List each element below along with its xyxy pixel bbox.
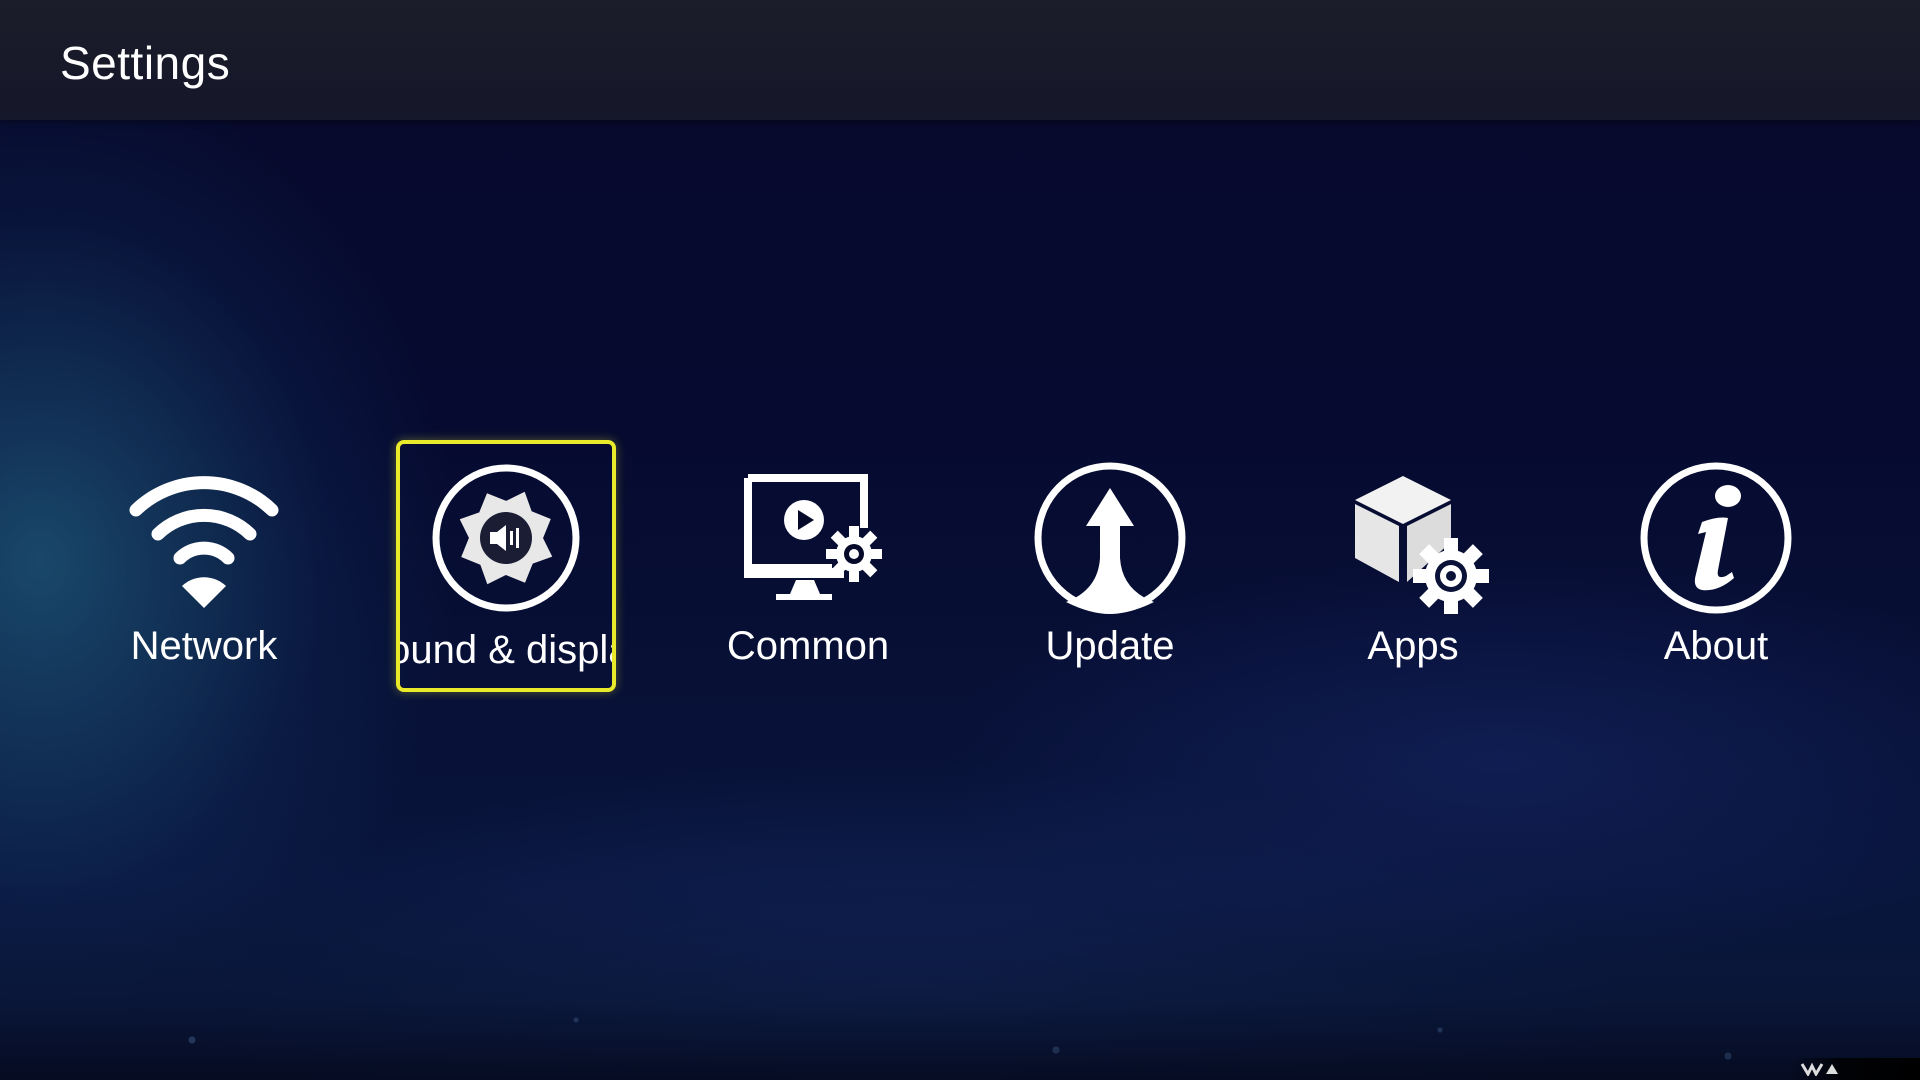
menu-item-about[interactable]: About [1606, 440, 1826, 692]
menu-item-label: Common [726, 624, 890, 668]
menu-item-label: Sound & display [400, 628, 612, 672]
background-decoration [0, 880, 1920, 1080]
settings-screen: Settings Network und & displ Common Upda… [0, 0, 1920, 1080]
watermark-logo [1800, 1062, 1838, 1076]
settings-menu: Network Sound & display [0, 440, 1920, 700]
info-icon [1640, 462, 1792, 614]
menu-item-sound-display[interactable]: Sound & display [396, 440, 616, 692]
monitor-settings-icon [744, 474, 882, 600]
menu-item-label: Update [1045, 624, 1175, 668]
menu-item-network[interactable]: Network [94, 440, 314, 692]
update-arrow-icon [1034, 462, 1186, 614]
wifi-icon [129, 476, 279, 608]
menu-item-update[interactable]: Update [1000, 440, 1220, 692]
menu-item-label: Network [130, 624, 278, 668]
top-bar: Settings [0, 0, 1920, 120]
menu-item-apps[interactable]: Apps [1303, 440, 1523, 692]
sound-display-icon [432, 464, 580, 612]
page-title: Settings [60, 37, 231, 89]
menu-item-label: About [1663, 624, 1769, 668]
app-box-gear-icon [1355, 476, 1489, 614]
menu-item-common[interactable]: Common [698, 440, 918, 692]
menu-item-label: Apps [1367, 624, 1459, 668]
